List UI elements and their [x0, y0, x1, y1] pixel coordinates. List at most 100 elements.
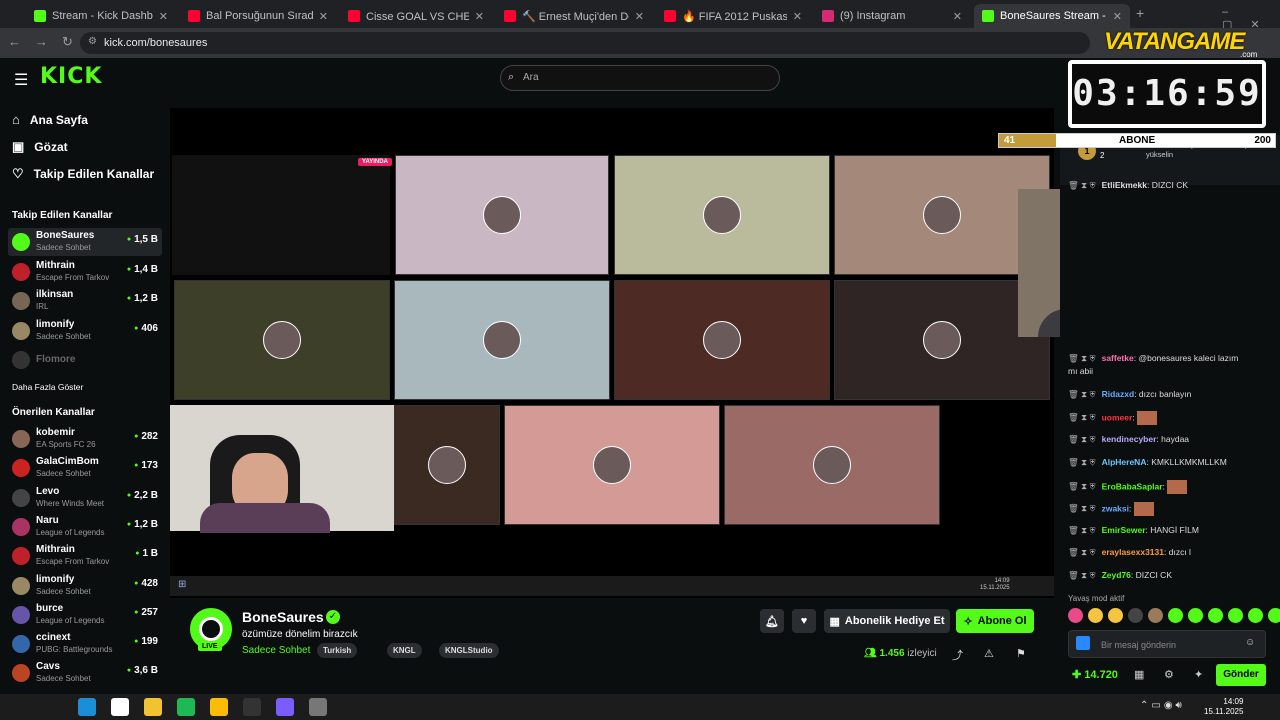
recommended-channel[interactable]: LevoWhere Winds Meet 2,2 B	[8, 484, 162, 512]
stream-tag[interactable]: Turkish	[317, 643, 358, 658]
chat-username[interactable]: Zeyd76	[1102, 570, 1131, 580]
chat-username[interactable]: EtliEkmekk	[1102, 180, 1147, 190]
offline-channel[interactable]: Flomore	[8, 346, 162, 374]
recommended-channel[interactable]: kobemir EA Sports FC 26 282	[8, 425, 162, 453]
mod-actions-icon[interactable]: 🗑︎ ⧗ ⛨	[1068, 503, 1096, 513]
chat-username[interactable]: EroBabaSaplar	[1102, 481, 1163, 491]
app-icon[interactable]	[309, 698, 327, 716]
nav-item[interactable]: ▣ Gözat	[12, 139, 68, 155]
chat-username[interactable]: saffetke	[1102, 353, 1134, 363]
obs-icon[interactable]	[243, 698, 261, 716]
mod-actions-icon[interactable]: 🗑︎ ⧗ ⛨	[1068, 180, 1096, 190]
kick-logo[interactable]: KICK	[40, 64, 102, 89]
emote-icon[interactable]	[1068, 608, 1083, 623]
followed-channel[interactable]: BoneSaures Sadece Sohbet 1,5 B	[8, 228, 162, 256]
spotify-icon[interactable]	[177, 698, 195, 716]
chat-username[interactable]: EmirSewer	[1102, 525, 1146, 535]
stream-tag[interactable]: KNGL	[387, 643, 422, 658]
chat-username[interactable]: AlpHereNA	[1102, 457, 1147, 467]
share-icon[interactable]: ⤴	[952, 647, 963, 663]
mod-actions-icon[interactable]: 🗑︎ ⧗ ⛨	[1068, 525, 1096, 535]
mod-actions-icon[interactable]: 🗑︎ ⧗ ⛨	[1068, 434, 1096, 444]
mod-actions-icon[interactable]: 🗑︎ ⧗ ⛨	[1068, 570, 1096, 580]
more-icon[interactable]: ⚑	[1016, 647, 1026, 660]
followed-channel[interactable]: MithrainEscape From Tarkov 1,4 B	[8, 258, 162, 286]
gift-icon[interactable]: ✦	[1194, 668, 1203, 681]
chat-username[interactable]: Ridazxd	[1102, 389, 1135, 399]
close-tab-icon[interactable]: ✕	[953, 10, 962, 23]
streamer-name[interactable]: BoneSaures	[242, 609, 324, 625]
emote-icon[interactable]	[1148, 608, 1163, 623]
system-tray[interactable]: ⌃▭◉🔊︎	[1140, 700, 1185, 711]
emote-icon[interactable]	[1268, 608, 1280, 623]
mod-actions-icon[interactable]: 🗑︎ ⧗ ⛨	[1068, 457, 1096, 467]
subscribe-button[interactable]: ✧ Abone Ol	[956, 609, 1034, 633]
discord-icon[interactable]	[276, 698, 294, 716]
emote-icon[interactable]	[1188, 608, 1203, 623]
recommended-channel[interactable]: NaruLeague of Legends 1,2 B	[8, 513, 162, 541]
browser-tab[interactable]: 🔨 Ernest Muçi'den Derbide H ✕	[496, 4, 652, 28]
emote-icon[interactable]	[1108, 608, 1123, 623]
settings-icon[interactable]: ⚙	[1164, 668, 1174, 681]
mod-actions-icon[interactable]: 🗑︎ ⧗ ⛨	[1068, 547, 1096, 557]
browser-tab[interactable]: (9) Instagram ✕	[814, 4, 970, 28]
new-tab-button[interactable]: +	[1136, 5, 1144, 21]
gift-sub-button[interactable]: ▦ Abonelik Hediye Et	[824, 609, 950, 633]
recommended-channel[interactable]: ccinextPUBG: Battlegrounds 199	[8, 630, 162, 658]
emote-icon[interactable]	[1168, 608, 1183, 623]
back-icon[interactable]: ←	[8, 34, 21, 50]
nav-item[interactable]: ⌂ Ana Sayfa	[12, 112, 88, 127]
menu-icon[interactable]: ☰	[14, 70, 28, 90]
close-tab-icon[interactable]: ✕	[1113, 10, 1122, 23]
explorer-icon[interactable]	[144, 698, 162, 716]
emote-icon[interactable]	[1228, 608, 1243, 623]
chat-username[interactable]: uomeer	[1102, 412, 1133, 422]
mod-actions-icon[interactable]: 🗑︎ ⧗ ⛨	[1068, 389, 1096, 399]
close-tab-icon[interactable]: ✕	[475, 10, 484, 23]
followed-channel[interactable]: limonifySadece Sohbet 406	[8, 317, 162, 345]
show-more-link[interactable]: Daha Fazla Göster	[12, 382, 83, 392]
followed-channel[interactable]: ilkinsan IRL 1,2 B	[8, 287, 162, 315]
close-tab-icon[interactable]: ✕	[793, 10, 802, 23]
search-input[interactable]: Ara	[500, 65, 780, 91]
channel-points[interactable]: ✚ 14.720	[1072, 668, 1118, 681]
search-icon[interactable]	[45, 698, 63, 716]
emote-icon[interactable]	[1128, 608, 1143, 623]
chrome-icon[interactable]	[210, 698, 228, 716]
close-tab-icon[interactable]: ✕	[319, 10, 328, 23]
taskbar-clock[interactable]: 14:09 15.11.2025	[1204, 697, 1243, 717]
emoji-icon[interactable]: ☺	[1245, 637, 1255, 648]
mod-actions-icon[interactable]: 🗑︎ ⧗ ⛨	[1068, 481, 1096, 491]
recommended-channel[interactable]: burceLeague of Legends 257	[8, 601, 162, 629]
notification-bell-button[interactable]: 🔔︎	[760, 609, 784, 633]
chat-username[interactable]: eraylasexx3131	[1102, 547, 1164, 557]
nav-item[interactable]: ♡ Takip Edilen Kanallar	[12, 166, 154, 182]
stream-tag[interactable]: KNGLStudio	[439, 643, 499, 658]
url-field[interactable]: kick.com/bonesaures	[80, 32, 1090, 54]
recommended-channel[interactable]: GalaCimBomSadece Sohbet 173	[8, 454, 162, 482]
chat-username[interactable]: kendinecyber	[1102, 434, 1157, 444]
emote-icon[interactable]	[1248, 608, 1263, 623]
start-icon[interactable]	[12, 698, 30, 716]
mod-actions-icon[interactable]: 🗑︎ ⧗ ⛨	[1068, 353, 1096, 363]
chat-input[interactable]: Bir mesaj gönderin	[1068, 630, 1266, 658]
store-icon[interactable]	[111, 698, 129, 716]
forward-icon[interactable]: →	[35, 34, 48, 50]
emote-icon[interactable]	[1088, 608, 1103, 623]
recommended-channel[interactable]: CavsSadece Sohbet 3,6 B	[8, 659, 162, 687]
recommended-channel[interactable]: limonifySadece Sohbet 428	[8, 572, 162, 600]
close-tab-icon[interactable]: ✕	[635, 10, 644, 23]
stream-category[interactable]: Sadece Sohbet	[242, 645, 310, 656]
mod-actions-icon[interactable]: 🗑︎ ⧗ ⛨	[1068, 412, 1096, 422]
close-tab-icon[interactable]: ✕	[159, 10, 168, 23]
chat-username[interactable]: zwaksi	[1102, 503, 1129, 513]
browser-tab[interactable]: Bal Porsuğunun Sıradan Bir Gün ✕	[180, 4, 336, 28]
follow-button[interactable]: ♥	[792, 609, 816, 633]
browser-tab[interactable]: Cisse GOAL VS CHELSEA !!!! ⚽ ✕	[340, 4, 492, 28]
browser-tab[interactable]: 🔥 FIFA 2012 Puskas Yılın Golü ✕	[656, 4, 810, 28]
site-info-icon[interactable]: ⚙	[88, 36, 97, 47]
recommended-channel[interactable]: MithrainEscape From Tarkov 1 B	[8, 542, 162, 570]
report-icon[interactable]: ⚠	[984, 647, 994, 660]
steam-icon[interactable]	[78, 698, 96, 716]
send-button[interactable]: Gönder	[1216, 664, 1266, 686]
